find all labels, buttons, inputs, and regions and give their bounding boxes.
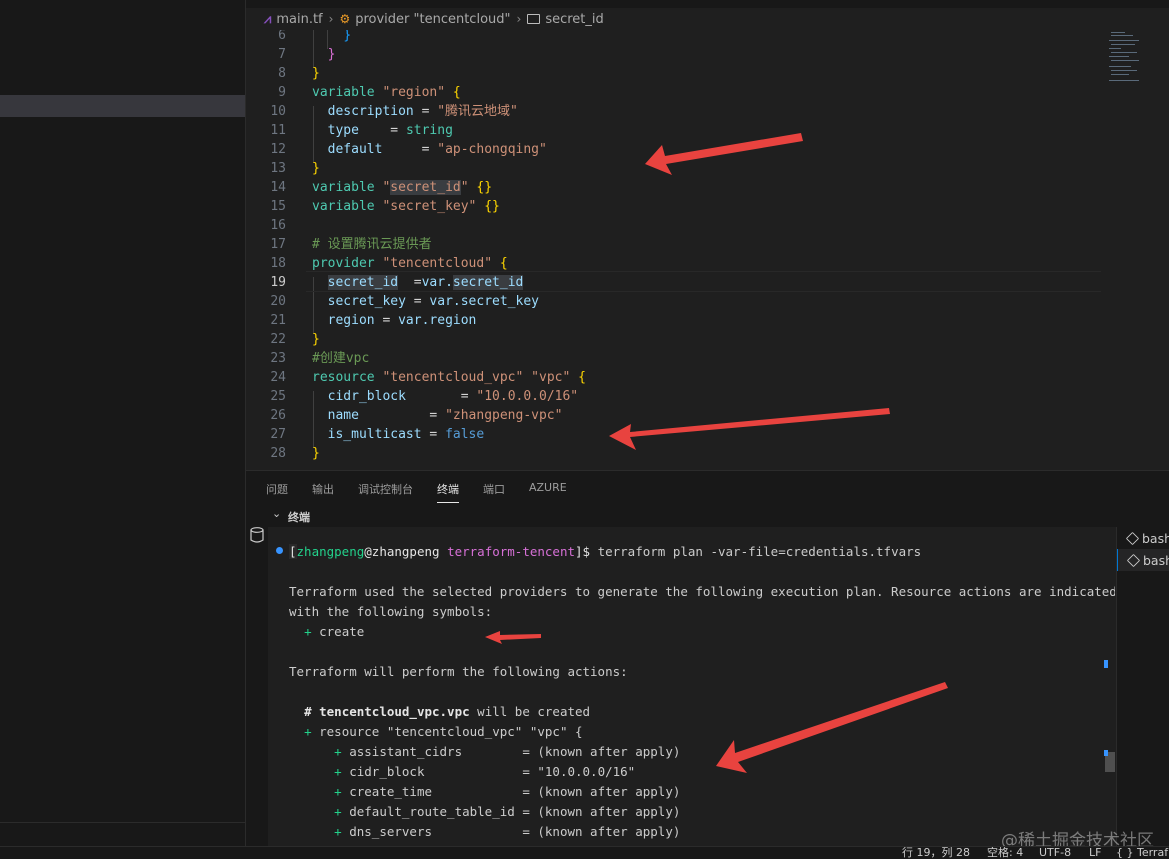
terminal-list: bash bash bbox=[1116, 527, 1169, 846]
terminal-attr-line: + assistant_cidrs = (known after apply) bbox=[334, 744, 681, 759]
terminal-attr-line: + cidr_block = "10.0.0.0/16" bbox=[334, 764, 636, 779]
code-line: 28} bbox=[270, 446, 320, 461]
selected-explorer-item[interactable] bbox=[0, 95, 245, 117]
tab-terminal[interactable]: 终端 bbox=[437, 481, 459, 503]
code-line: 14 variable "secret_id" {} bbox=[270, 180, 493, 195]
terminal-section-header[interactable]: ⌄ 终端 bbox=[268, 505, 1169, 527]
chevron-down-icon[interactable]: ⌄ bbox=[272, 507, 281, 520]
language-mode[interactable]: { } Terraf bbox=[1116, 847, 1168, 859]
code-line: 10 description = "腾讯云地域" bbox=[270, 104, 518, 119]
code-line: 22} bbox=[270, 332, 320, 347]
terminal-output[interactable]: [zhangpeng@zhangpeng terraform-tencent]$… bbox=[268, 527, 1115, 846]
database-icon[interactable] bbox=[250, 527, 264, 543]
breadcrumb-provider[interactable]: ⚙ provider "tencentcloud" bbox=[339, 12, 510, 27]
field-icon bbox=[527, 14, 541, 24]
code-line: 24 resource "tencentcloud_vpc" "vpc" { bbox=[270, 370, 586, 385]
code-line: 25 cidr_block = "10.0.0.0/16" bbox=[270, 389, 579, 404]
terminal-section-title: 终端 bbox=[288, 511, 310, 524]
tab-debug-console[interactable]: 调试控制台 bbox=[358, 481, 413, 497]
scrollbar-marker bbox=[1104, 660, 1108, 668]
scrollbar-marker bbox=[1104, 750, 1108, 756]
terminal-attr-line: + create_time = (known after apply) bbox=[334, 784, 681, 799]
editor-tab-strip bbox=[246, 0, 1169, 8]
terraform-icon: ⩘ bbox=[264, 11, 272, 27]
module-icon: ⚙ bbox=[339, 12, 351, 26]
breadcrumb-field[interactable]: secret_id bbox=[527, 12, 604, 27]
code-line: 12 default = "ap-chongqing" bbox=[270, 142, 547, 157]
terminal-line: Terraform used the selected providers to… bbox=[289, 584, 1115, 599]
chevron-right-icon: › bbox=[516, 12, 522, 26]
terminal-list-item[interactable]: bash bbox=[1117, 549, 1169, 571]
code-line: 9 variable "region" { bbox=[278, 85, 461, 100]
tab-problems[interactable]: 问题 bbox=[266, 481, 288, 497]
terminal-line: # tencentcloud_vpc.vpc will be created bbox=[304, 704, 591, 719]
code-line: 8} bbox=[278, 66, 320, 81]
tab-azure[interactable]: AZURE bbox=[529, 481, 567, 494]
sidebar-divider bbox=[0, 822, 245, 823]
command-status-dot[interactable] bbox=[276, 547, 283, 554]
code-line: 27 is_multicast = false bbox=[270, 427, 485, 442]
terminal-icon bbox=[1126, 553, 1141, 567]
terminal-line: with the following symbols: bbox=[289, 604, 493, 619]
terminal-line: + create bbox=[304, 624, 365, 639]
end-of-line[interactable]: LF bbox=[1089, 847, 1101, 859]
encoding[interactable]: UTF-8 bbox=[1039, 847, 1071, 859]
code-line: 23 #创建vpc bbox=[270, 351, 370, 366]
terminal-icon bbox=[1125, 531, 1140, 545]
code-line: 11 type = string bbox=[270, 123, 453, 138]
code-line: 7 } bbox=[278, 47, 336, 62]
breadcrumb-file[interactable]: ⩘ main.tf bbox=[246, 12, 323, 27]
breadcrumb: ⩘ main.tf › ⚙ provider "tencentcloud" › … bbox=[246, 8, 1169, 30]
terminal-attr-line: + default_route_table_id = (known after … bbox=[334, 804, 681, 819]
chevron-right-icon: › bbox=[328, 12, 334, 26]
code-line: 17 # 设置腾讯云提供者 bbox=[270, 237, 432, 252]
terminal-prompt-line: [zhangpeng@zhangpeng terraform-tencent]$… bbox=[289, 544, 922, 559]
code-line: 19 secret_id =var.secret_id bbox=[270, 275, 524, 290]
code-line: 6 } bbox=[278, 30, 352, 43]
status-bar: 行 19，列 28 空格: 4 UTF-8 LF { } Terraf bbox=[0, 846, 1169, 859]
tab-output[interactable]: 输出 bbox=[312, 481, 334, 497]
cursor-position[interactable]: 行 19，列 28 bbox=[902, 847, 970, 859]
panel-tab-bar: 问题 输出 调试控制台 终端 端口 AZURE bbox=[246, 470, 1169, 506]
explorer-sidebar bbox=[0, 0, 246, 846]
code-line: 16 bbox=[270, 218, 286, 233]
terminal-attr-line: + dns_servers = (known after apply) bbox=[334, 824, 681, 839]
code-editor[interactable]: 6 } 7 } 8} 9 variable "region" { 10 descr… bbox=[246, 30, 1169, 468]
minimap[interactable] bbox=[1107, 30, 1157, 90]
code-line: 15 variable "secret_key" {} bbox=[270, 199, 500, 214]
code-line: 20 secret_key = var.secret_key bbox=[270, 294, 539, 309]
code-line: 18 provider "tencentcloud" { bbox=[270, 256, 508, 271]
terminal-line: Terraform will perform the following act… bbox=[289, 664, 628, 679]
code-line: 13} bbox=[270, 161, 320, 176]
code-line: 26 name = "zhangpeng-vpc" bbox=[270, 408, 563, 423]
code-line: 21 region = var.region bbox=[270, 313, 477, 328]
indentation[interactable]: 空格: 4 bbox=[987, 847, 1023, 859]
terminal-line: + resource "tencentcloud_vpc" "vpc" { bbox=[304, 724, 583, 739]
terminal-list-item[interactable]: bash bbox=[1117, 527, 1169, 549]
panel-side-bar bbox=[246, 505, 268, 846]
tab-ports[interactable]: 端口 bbox=[483, 481, 505, 497]
